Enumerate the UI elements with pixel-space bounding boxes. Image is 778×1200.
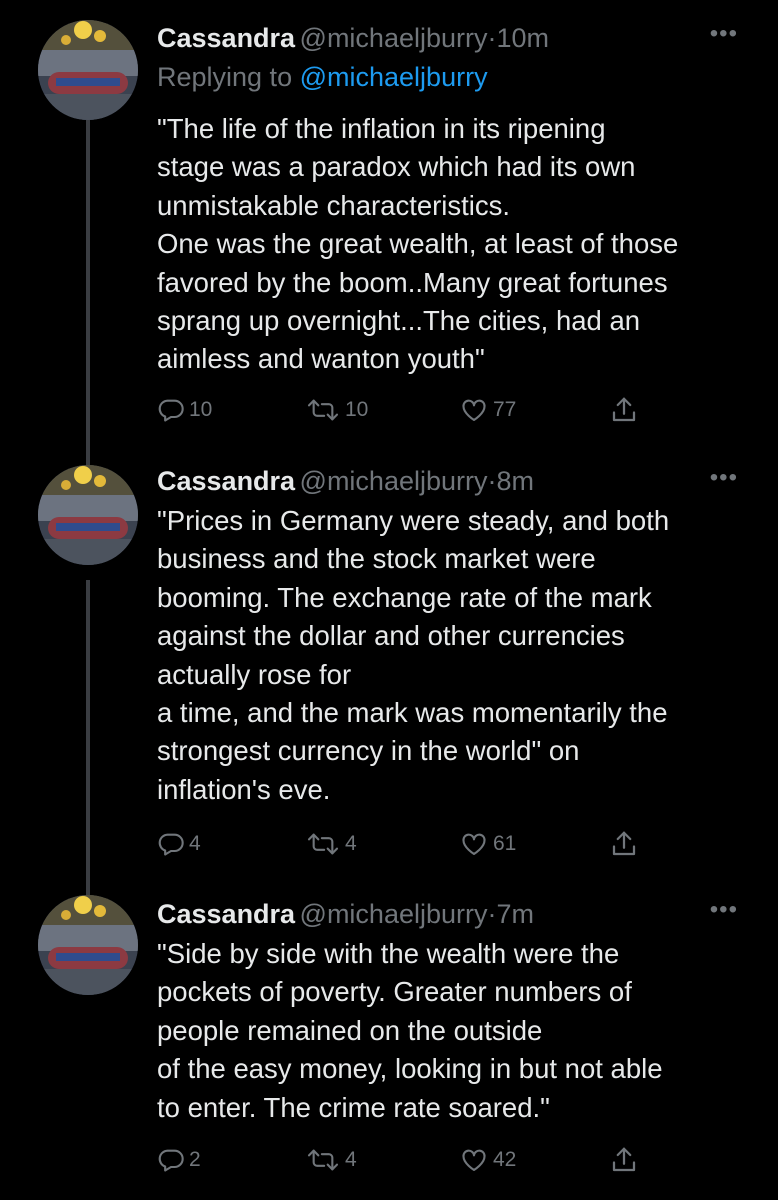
reply-icon	[158, 1149, 184, 1172]
like-icon	[462, 833, 486, 855]
like-icon	[462, 399, 486, 421]
tweet-text-line: unmistakable characteristics.	[157, 189, 511, 221]
like-count: 77	[493, 398, 517, 421]
avatar[interactable]	[38, 895, 138, 995]
like-icon	[462, 1149, 486, 1171]
tweet-text-line: One was the great wealth, at least of th…	[157, 228, 679, 260]
retweet-count: 10	[345, 398, 369, 421]
retweet-count: 4	[345, 832, 357, 855]
timestamp[interactable]: 7m	[497, 899, 535, 929]
tweet-text-line: a time, and the mark was momentarily the	[157, 697, 668, 729]
replying-to-label: Replying to	[157, 62, 293, 92]
tweet-text-line: business and the stock market were	[157, 543, 596, 575]
reply-icon	[158, 399, 184, 422]
replying-to-handle[interactable]: @michaeljburry	[300, 62, 488, 92]
display-name[interactable]: Cassandra	[157, 23, 295, 53]
reply-button[interactable]: 2	[157, 1142, 201, 1178]
tweet-text-line: stage was a paradox which had its own	[157, 151, 636, 183]
reply-button[interactable]: 10	[157, 392, 212, 428]
user-handle[interactable]: @michaeljburry	[300, 899, 488, 929]
like-button[interactable]: 42	[459, 1142, 516, 1178]
more-icon[interactable]: •••	[710, 20, 738, 48]
display-name[interactable]: Cassandra	[157, 899, 295, 929]
more-icon[interactable]: •••	[710, 896, 738, 924]
tweet-header: Cassandra @michaeljburry·10m	[157, 18, 549, 58]
tweet[interactable]: Cassandra @michaeljburry·8m ••• "Prices …	[0, 450, 778, 880]
retweet-icon	[307, 833, 339, 855]
share-icon	[612, 1147, 636, 1172]
separator-dot: ·	[487, 899, 497, 929]
user-handle[interactable]: @michaeljburry	[300, 466, 488, 496]
tweet-text-line: of the easy money, looking in but not ab…	[157, 1053, 663, 1085]
display-name[interactable]: Cassandra	[157, 466, 295, 496]
tweet-text-line: against the dollar and other currencies	[157, 620, 625, 652]
tweet-text-line: pockets of poverty. Greater numbers of	[157, 976, 632, 1008]
share-icon	[612, 831, 636, 856]
timestamp[interactable]: 8m	[497, 466, 535, 496]
replying-to: Replying to @michaeljburry	[157, 58, 488, 96]
retweet-icon	[307, 399, 339, 421]
tweet-text-line: inflation's eve.	[157, 773, 331, 805]
like-count: 61	[493, 832, 517, 855]
share-button[interactable]	[609, 1142, 639, 1178]
like-button[interactable]: 61	[459, 826, 516, 862]
user-handle[interactable]: @michaeljburry	[300, 23, 488, 53]
tweet-text-line: people remained on the outside	[157, 1014, 543, 1046]
reply-count: 10	[189, 398, 213, 421]
tweet-text: "Side by side with the wealth were the p…	[157, 935, 747, 1127]
tweet-text-line: booming. The exchange rate of the mark	[157, 581, 652, 613]
tweet[interactable]: Cassandra @michaeljburry·7m ••• "Side by…	[0, 880, 778, 1200]
tweet-text-line: aimless and wanton youth"	[157, 343, 485, 375]
tweet-header: Cassandra @michaeljburry·7m	[157, 894, 534, 934]
tweet-text-line: "Side by side with the wealth were the	[157, 938, 620, 969]
action-bar: 2 4 42	[157, 1142, 677, 1178]
tweet-text-line: strongest currency in the world" on	[157, 735, 580, 767]
avatar[interactable]	[38, 20, 138, 120]
tweet-text: "The life of the inflation in its ripeni…	[157, 110, 747, 379]
reply-count: 4	[189, 832, 201, 855]
retweet-button[interactable]: 4	[305, 1142, 357, 1178]
retweet-button[interactable]: 10	[305, 392, 368, 428]
avatar[interactable]	[38, 465, 138, 565]
reply-count: 2	[189, 1148, 201, 1171]
timestamp[interactable]: 10m	[497, 23, 550, 53]
tweet[interactable]: Cassandra @michaeljburry·10m ••• Replyin…	[0, 0, 778, 450]
reply-icon	[158, 833, 184, 856]
more-icon[interactable]: •••	[710, 464, 738, 492]
tweet-text: "Prices in Germany were steady, and both…	[157, 502, 747, 809]
tweet-text-line: actually rose for	[157, 658, 352, 690]
tweet-text-line: "The life of the inflation in its ripeni…	[157, 113, 606, 144]
like-count: 42	[493, 1148, 517, 1171]
separator-dot: ·	[487, 23, 497, 53]
retweet-button[interactable]: 4	[305, 826, 357, 862]
share-button[interactable]	[609, 826, 639, 862]
action-bar: 4 4 61	[157, 826, 677, 862]
reply-button[interactable]: 4	[157, 826, 201, 862]
separator-dot: ·	[487, 466, 497, 496]
tweet-text-line: to enter. The crime rate soared."	[157, 1091, 550, 1123]
action-bar: 10 10 77	[157, 392, 677, 428]
tweet-text-line: "Prices in Germany were steady, and both	[157, 505, 670, 536]
tweet-text-line: sprang up overnight...The cities, had an	[157, 305, 641, 337]
retweet-icon	[307, 1149, 339, 1171]
share-button[interactable]	[609, 392, 639, 428]
tweet-text-line: favored by the boom..Many great fortunes	[157, 266, 668, 298]
share-icon	[612, 397, 636, 422]
like-button[interactable]: 77	[459, 392, 516, 428]
tweet-header: Cassandra @michaeljburry·8m	[157, 461, 534, 501]
retweet-count: 4	[345, 1148, 357, 1171]
